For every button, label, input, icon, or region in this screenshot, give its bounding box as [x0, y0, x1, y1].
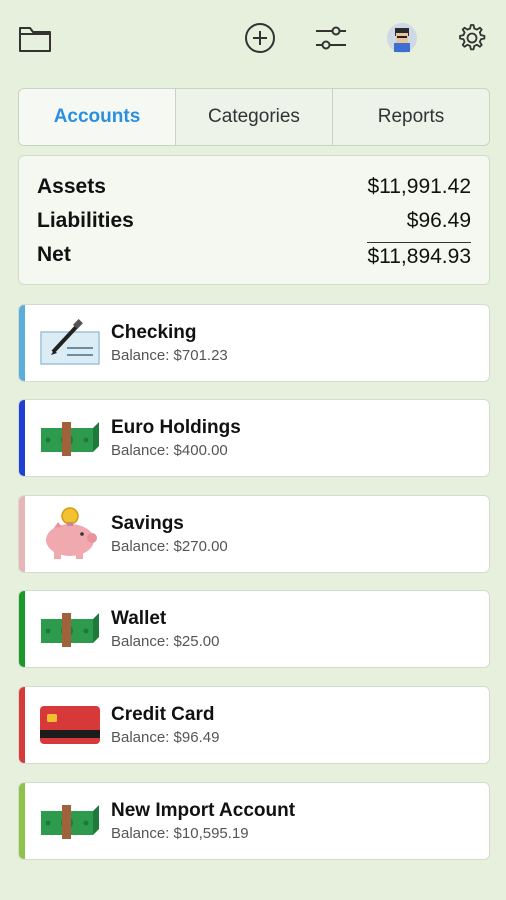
avatar[interactable] [384, 20, 420, 56]
cash-icon [39, 599, 101, 659]
liabilities-value: $96.49 [406, 209, 471, 232]
account-balance: Balance: $270.00 [111, 538, 228, 555]
account-color-stripe [19, 305, 25, 381]
account-card-savings[interactable]: Savings Balance: $270.00 [18, 495, 490, 573]
net-label: Net [37, 243, 71, 266]
cash-icon [39, 408, 101, 468]
account-color-stripe [19, 496, 25, 572]
account-balance: Balance: $400.00 [111, 442, 228, 459]
folder-icon[interactable] [17, 20, 53, 56]
net-row: Net $11,894.93 [37, 238, 471, 272]
assets-label: Assets [37, 175, 106, 198]
account-card-checking[interactable]: Checking Balance: $701.23 [18, 304, 490, 382]
account-name: Euro Holdings [111, 417, 241, 438]
account-name: Savings [111, 513, 184, 534]
toolbar [0, 0, 506, 80]
account-balance: Balance: $96.49 [111, 729, 220, 746]
account-balance: Balance: $25.00 [111, 633, 220, 650]
credit-card-icon [39, 695, 101, 755]
account-balance: Balance: $701.23 [111, 347, 228, 364]
account-name: New Import Account [111, 800, 296, 821]
net-value: $11,894.93 [367, 241, 471, 269]
summary-panel: Assets $11,991.42 Liabilities $96.49 Net… [18, 155, 490, 285]
cash-icon [39, 791, 101, 851]
tab-accounts[interactable]: Accounts [19, 89, 175, 145]
liabilities-row: Liabilities $96.49 [37, 204, 471, 238]
account-name: Checking [111, 322, 197, 343]
assets-value: $11,991.42 [367, 175, 471, 198]
gear-icon[interactable] [453, 20, 489, 56]
account-card-credit-card[interactable]: Credit Card Balance: $96.49 [18, 686, 490, 764]
account-card-euro-holdings[interactable]: Euro Holdings Balance: $400.00 [18, 399, 490, 477]
add-icon[interactable] [242, 20, 278, 56]
assets-row: Assets $11,991.42 [37, 170, 471, 204]
account-color-stripe [19, 783, 25, 859]
account-balance: Balance: $10,595.19 [111, 825, 249, 842]
account-card-wallet[interactable]: Wallet Balance: $25.00 [18, 590, 490, 668]
account-card-new-import-account[interactable]: New Import Account Balance: $10,595.19 [18, 782, 490, 860]
account-name: Credit Card [111, 704, 215, 725]
piggy-bank-icon [39, 504, 101, 564]
tab-bar: Accounts Categories Reports [18, 88, 490, 146]
tab-categories[interactable]: Categories [175, 89, 332, 145]
account-color-stripe [19, 400, 25, 476]
tab-reports[interactable]: Reports [332, 89, 489, 145]
liabilities-label: Liabilities [37, 209, 134, 232]
account-name: Wallet [111, 608, 167, 629]
account-color-stripe [19, 687, 25, 763]
sliders-icon[interactable] [313, 20, 349, 56]
check-icon [39, 313, 101, 373]
account-color-stripe [19, 591, 25, 667]
